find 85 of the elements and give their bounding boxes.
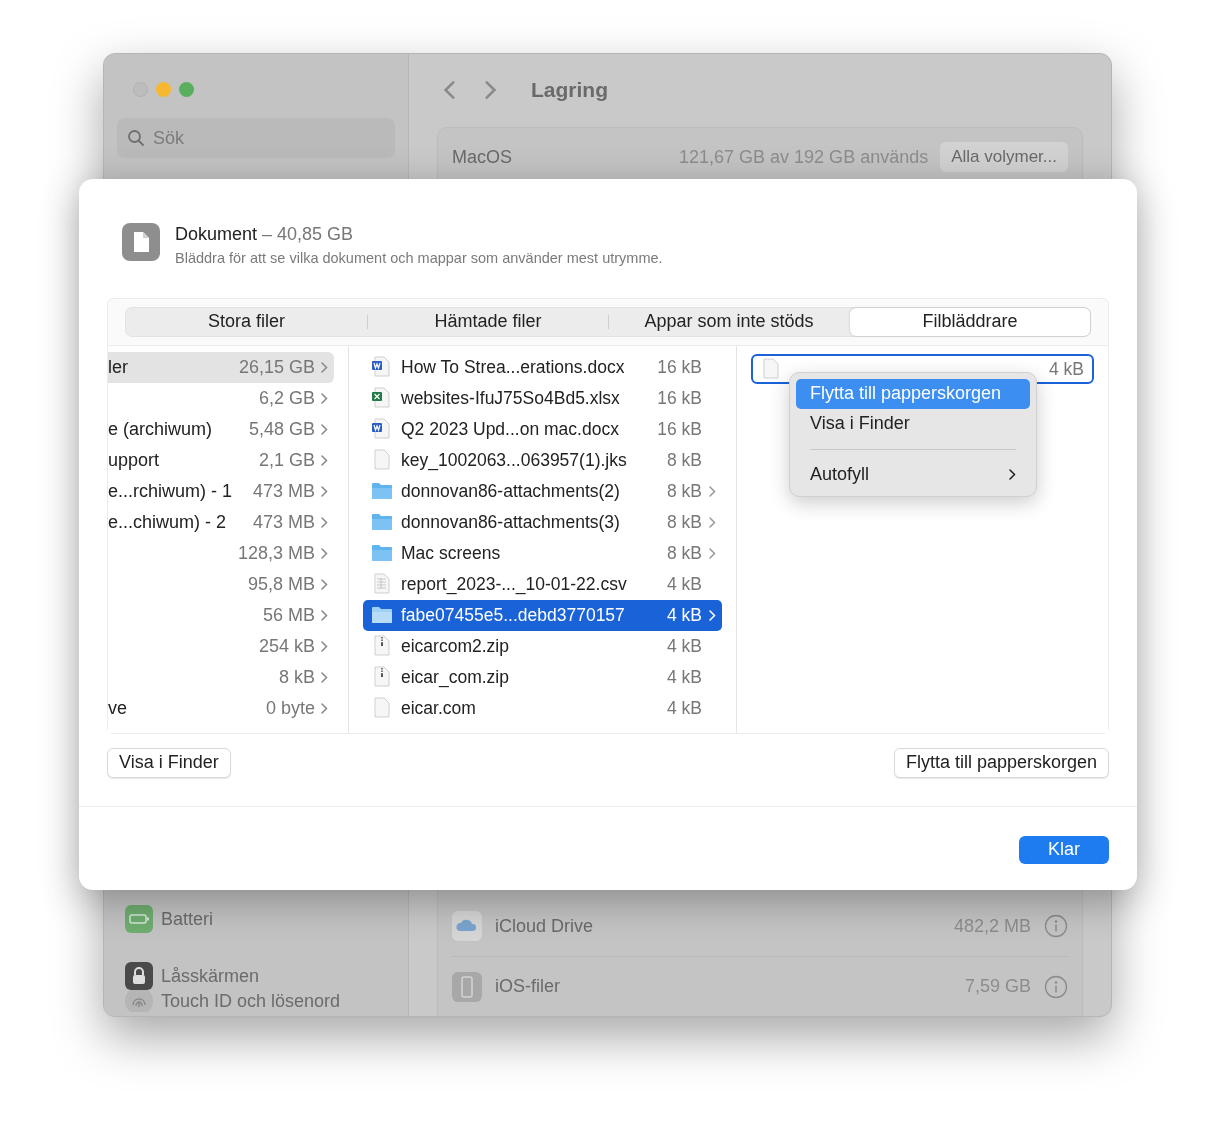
- spreadsheet-file-icon: [372, 573, 392, 596]
- all-volumes-button[interactable]: Alla volymer...: [940, 142, 1068, 172]
- file-icon: [761, 357, 781, 380]
- cloud-icon: [452, 911, 482, 941]
- segment-tab[interactable]: Stora filer: [126, 307, 367, 336]
- search-box[interactable]: Sök: [117, 118, 395, 158]
- lock-icon: [125, 962, 153, 990]
- file-row[interactable]: eicar_com.zip 4 kB: [363, 661, 722, 693]
- search-icon: [127, 129, 145, 147]
- chevron-right-icon: [321, 423, 328, 435]
- window-minimize-control[interactable]: [156, 82, 171, 97]
- folder-icon: [371, 544, 393, 563]
- chevron-right-icon: [321, 392, 328, 404]
- segment-tab[interactable]: Filbläddrare: [850, 307, 1090, 336]
- forward-icon: [485, 80, 497, 100]
- chevron-right-icon: [321, 671, 328, 683]
- chevron-right-icon: [708, 547, 716, 559]
- file-row[interactable]: Mac screens 8 kB: [363, 537, 722, 569]
- info-icon[interactable]: [1044, 974, 1068, 999]
- chevron-right-icon: [708, 485, 716, 497]
- file-row[interactable]: eicarcom2.zip 4 kB: [363, 630, 722, 662]
- submenu-chevron-icon: [1009, 469, 1016, 481]
- category-description: Bläddra för att se vilka dokument och mappar som använder mest utrymme.: [175, 249, 663, 268]
- storage-category-name: iOS-filer: [495, 975, 560, 998]
- file-row[interactable]: key_1002063...063957(1).jks 8 kB: [363, 444, 722, 476]
- folder-row[interactable]: 95,8 MB: [108, 568, 334, 600]
- file-row[interactable]: fabe07455e5...debd3770157 4 kB: [363, 599, 722, 631]
- file-row[interactable]: eicar.com 4 kB: [363, 692, 722, 724]
- chevron-right-icon: [321, 702, 328, 714]
- volume-name: MacOS: [452, 145, 512, 169]
- file-icon: [372, 697, 392, 720]
- folder-icon: [371, 513, 393, 532]
- file-row[interactable]: Q2 2023 Upd...on mac.docx 16 kB: [363, 413, 722, 445]
- chevron-right-icon: [321, 609, 328, 621]
- show-in-finder-button[interactable]: Visa i Finder: [107, 747, 231, 778]
- word-document-icon: [372, 418, 392, 441]
- folder-row[interactable]: 6,2 GB: [108, 382, 334, 414]
- folder-row[interactable]: 56 MB: [108, 599, 334, 631]
- folder-row[interactable]: 254 kB: [108, 630, 334, 662]
- word-document-icon: [372, 356, 392, 379]
- folder-row[interactable]: e (archiwum) 5,48 GB: [108, 413, 334, 445]
- zip-file-icon: [372, 635, 392, 658]
- info-icon[interactable]: [1044, 914, 1068, 938]
- window-title: Lagring: [531, 77, 608, 104]
- chevron-right-icon: [321, 547, 328, 559]
- chevron-right-icon: [321, 485, 328, 497]
- chevron-right-icon: [708, 609, 716, 621]
- menu-item[interactable]: Visa i Finder: [796, 408, 1030, 439]
- chevron-right-icon: [321, 578, 328, 590]
- segment-tab[interactable]: Hämtade filer: [368, 307, 608, 336]
- zip-file-icon: [372, 666, 392, 689]
- done-button[interactable]: Klar: [1019, 835, 1109, 864]
- menu-item[interactable]: Autofyll: [796, 459, 1030, 490]
- folder-row[interactable]: e...rchiwum) - 1 473 MB: [108, 475, 334, 507]
- file-row[interactable]: websites-IfuJ75So4Bd5.xlsx 16 kB: [363, 382, 722, 414]
- chevron-right-icon: [321, 516, 328, 528]
- folder-icon: [371, 482, 393, 501]
- folder-row[interactable]: 8 kB: [108, 661, 334, 693]
- window-zoom-control[interactable]: [179, 82, 194, 97]
- category-title: Dokument – 40,85 GB: [175, 223, 355, 245]
- move-to-trash-button[interactable]: Flytta till papperskorgen: [893, 747, 1109, 778]
- chevron-right-icon: [708, 516, 716, 528]
- chevron-right-icon: [321, 640, 328, 652]
- phone-icon: [452, 971, 482, 1002]
- chevron-right-icon: [321, 454, 328, 466]
- chevron-right-icon: [321, 361, 328, 373]
- battery-icon: [125, 905, 153, 933]
- search-field[interactable]: Sök: [153, 124, 385, 152]
- folder-row[interactable]: ve 0 byte: [108, 692, 334, 724]
- file-row[interactable]: donnovan86-attachments(2) 8 kB: [363, 475, 722, 507]
- file-icon: [372, 449, 392, 472]
- file-row[interactable]: donnovan86-attachments(3) 8 kB: [363, 506, 722, 538]
- file-row[interactable]: How To Strea...erations.docx 16 kB: [363, 351, 722, 383]
- file-row[interactable]: report_2023-..._10-01-22.csv 4 kB: [363, 568, 722, 600]
- storage-category-name: iCloud Drive: [495, 914, 594, 938]
- segment-tab[interactable]: Appar som inte stöds: [609, 307, 849, 336]
- back-icon: [443, 80, 455, 100]
- folder-icon: [371, 606, 393, 625]
- spreadsheet-icon: [372, 387, 392, 410]
- document-icon: [122, 223, 160, 261]
- fingerprint-icon: [125, 990, 153, 1012]
- folder-row[interactable]: e...chiwum) - 2 473 MB: [108, 506, 334, 538]
- folder-row[interactable]: ler 26,15 GB: [108, 351, 334, 383]
- folder-row[interactable]: upport 2,1 GB: [108, 444, 334, 476]
- folder-row[interactable]: 128,3 MB: [108, 537, 334, 569]
